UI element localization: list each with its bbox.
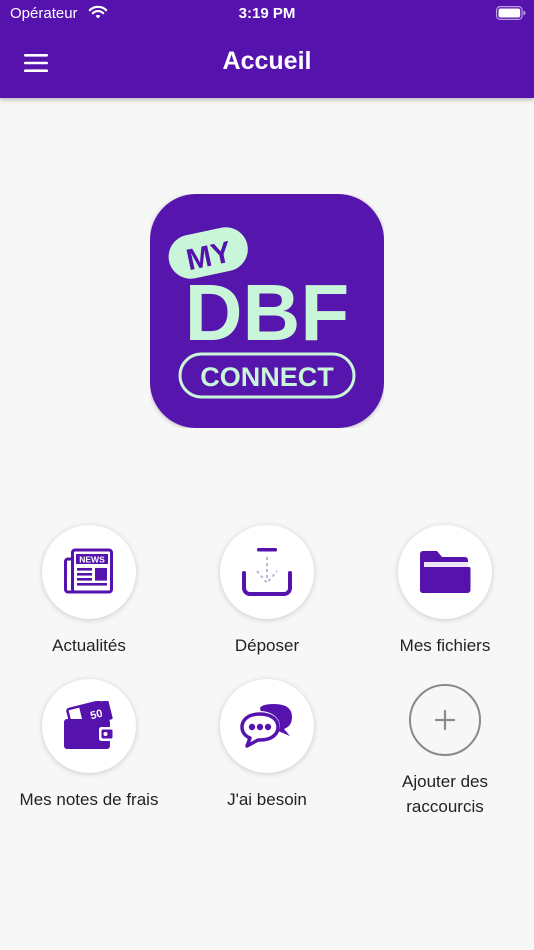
logo-name-text: DBF [185,268,349,357]
actualites-button[interactable]: NEWS [42,525,136,619]
shortcut-label: J'ai besoin [227,790,307,809]
wallet-icon: 50 [64,701,115,749]
shortcut-deposer[interactable]: Déposer [182,525,352,658]
status-bar: Opérateur 3:19 PM [0,0,534,30]
folder-icon [420,551,471,593]
add-shortcut-label-line2: raccourcis [406,797,484,816]
jai-besoin-button[interactable] [220,679,314,773]
app-logo: MY DBF CONNECT [150,194,384,428]
shortcut-notes-de-frais[interactable]: 50 Mes notes de frais [4,679,174,812]
shortcut-label: Déposer [234,636,300,655]
shortcut-label: Actualités [52,636,126,655]
add-shortcut-label-line1: Ajouter des [402,772,488,791]
shortcut-add[interactable]: Ajouter des raccourcis [360,679,530,819]
battery-icon [496,6,526,20]
status-time: 3:19 PM [238,5,296,22]
shortcut-label: Mes fichiers [399,636,491,655]
shortcut-mes-fichiers[interactable]: Mes fichiers [360,525,530,658]
deposer-button[interactable] [220,525,314,619]
logo-tagline-text: CONNECT [200,362,334,392]
plus-icon [434,709,456,731]
download-tray-icon [242,548,292,596]
notes-de-frais-button[interactable]: 50 [42,679,136,773]
page-title: Accueil [222,47,312,75]
news-icon: NEWS [64,548,113,594]
shortcut-label: Mes notes de frais [19,790,159,809]
mes-fichiers-button[interactable] [398,525,492,619]
shortcut-actualites[interactable]: NEWS Actualités [4,525,174,658]
shortcut-jai-besoin[interactable]: J'ai besoin [182,679,352,812]
add-shortcut-label: Ajouter des raccourcis [360,769,530,819]
add-shortcut-button[interactable] [409,684,481,756]
chat-bubbles-icon [240,704,292,748]
svg-text:NEWS: NEWS [79,554,105,564]
app-header: Opérateur 3:19 PM Accueil [0,0,534,98]
